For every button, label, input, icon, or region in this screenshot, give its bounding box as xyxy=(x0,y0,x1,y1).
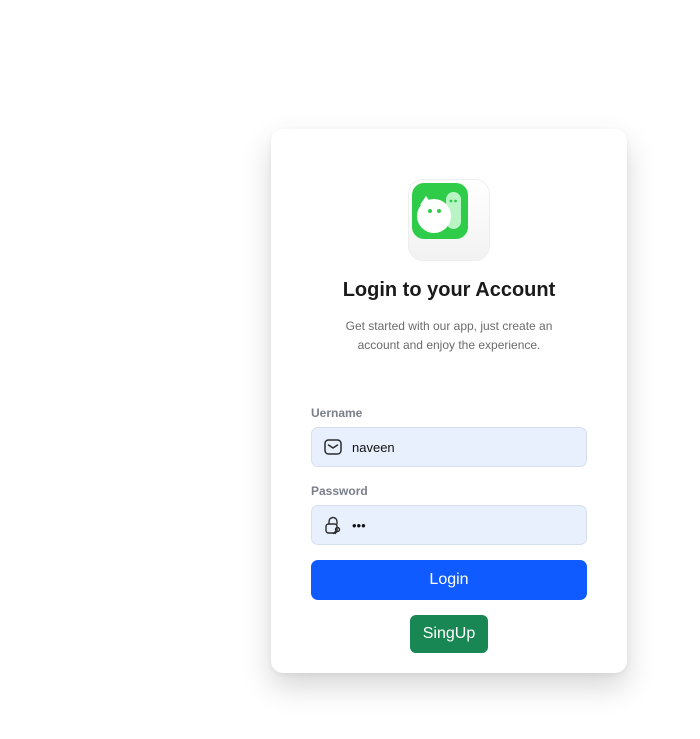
signup-button[interactable]: SingUp xyxy=(410,615,488,653)
login-button[interactable]: Login xyxy=(311,560,587,600)
password-label: Password xyxy=(311,484,368,498)
username-label: Uername xyxy=(311,406,363,420)
lock-icon xyxy=(325,516,341,535)
page-subtitle: Get started with our app, just create an… xyxy=(345,319,553,352)
chat-bubbles-icon xyxy=(417,192,461,233)
mail-icon xyxy=(324,439,342,455)
page-title: Login to your Account xyxy=(342,279,556,301)
username-input[interactable] xyxy=(352,428,572,466)
app-logo xyxy=(409,180,489,260)
password-field[interactable] xyxy=(311,505,587,545)
login-card: Login to your Account Get started with o… xyxy=(271,129,627,673)
password-input[interactable] xyxy=(352,506,572,544)
username-field[interactable] xyxy=(311,427,587,467)
app-logo-tile xyxy=(412,183,468,239)
